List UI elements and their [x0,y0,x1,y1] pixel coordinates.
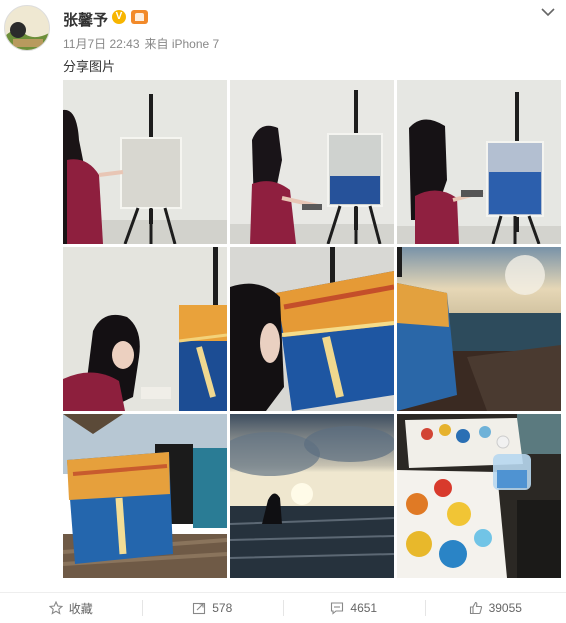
vip-level-icon[interactable] [131,10,148,24]
verified-badge-icon: V [112,10,126,24]
author-name[interactable]: 张馨予 [63,9,108,30]
comment-icon [330,601,344,615]
post-meta: 11月7日 22:43 来自 iPhone 7 [63,35,224,52]
photo-7[interactable] [63,414,227,578]
favorite-label: 收藏 [68,601,93,616]
photo-5[interactable] [230,247,394,411]
like-count: 39055 [488,601,522,615]
photo-6[interactable] [397,247,561,411]
photo-2[interactable] [230,80,394,244]
comment-count: 4651 [350,601,378,615]
chevron-down-icon[interactable] [541,4,557,18]
repost-count: 578 [212,601,233,615]
post-time[interactable]: 11月7日 22:43 [63,37,140,51]
like-button[interactable]: 39055 [424,593,566,623]
photo-grid [63,80,563,580]
favorite-button[interactable]: 收藏 [0,593,142,623]
photo-1[interactable] [63,80,227,244]
thumbs-up-icon [469,601,483,615]
post-source[interactable]: 来自 iPhone 7 [145,37,220,51]
photo-4[interactable] [63,247,227,411]
post-text: 分享图片 [63,59,116,74]
star-icon [48,600,64,615]
photo-8[interactable] [230,414,394,578]
photo-9[interactable] [397,414,561,578]
repost-icon [192,601,206,615]
action-bar: 收藏 578 4651 39055 [0,592,566,623]
author-avatar[interactable] [4,5,50,51]
repost-button[interactable]: 578 [141,593,284,623]
photo-3[interactable] [397,80,561,244]
comment-button[interactable]: 4651 [283,593,425,623]
